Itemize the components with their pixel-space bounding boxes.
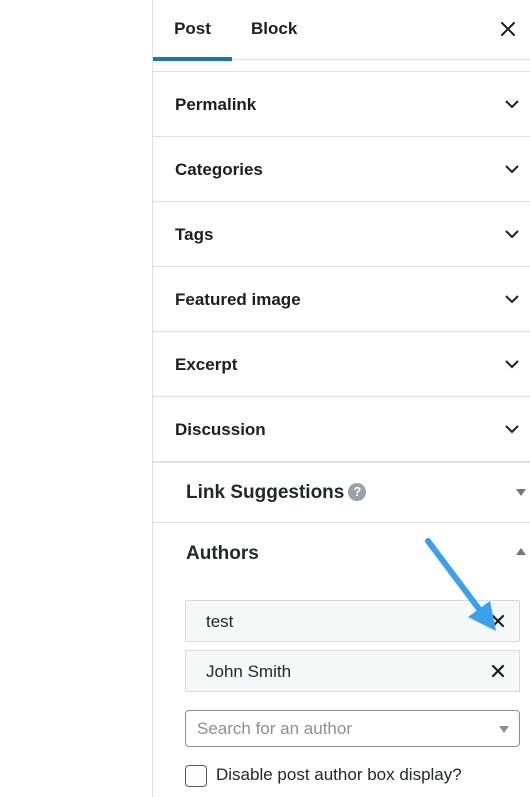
chevron-down-icon: [505, 360, 519, 369]
chevron-down-icon: [505, 230, 519, 239]
panel-title: Permalink: [175, 95, 257, 114]
author-name: test: [206, 612, 234, 631]
remove-author-icon[interactable]: [489, 662, 507, 680]
chevron-down-icon: [505, 100, 519, 109]
author-search-select[interactable]: [185, 710, 520, 747]
panel-title: Excerpt: [175, 355, 238, 374]
author-name: John Smith: [206, 662, 292, 681]
chevron-down-icon: [505, 425, 519, 434]
help-icon[interactable]: ?: [348, 483, 367, 501]
tab-block[interactable]: Block: [251, 0, 297, 60]
panel-authors: Authors: [153, 523, 530, 583]
link-suggestions-label: Link Suggestions: [186, 482, 345, 503]
panel-featured-image[interactable]: Featured image: [153, 267, 530, 332]
triangle-up-icon: [516, 548, 526, 555]
panel-title: Discussion: [175, 420, 266, 439]
panel-categories[interactable]: Categories: [153, 137, 530, 202]
author-chip: test: [185, 600, 520, 642]
panel-title: Link Suggestions?: [186, 463, 367, 523]
panel-link-suggestions[interactable]: Link Suggestions?: [153, 462, 530, 523]
panel-discussion[interactable]: Discussion: [153, 397, 530, 462]
editor-canvas-blank: [0, 0, 152, 797]
close-sidebar-button[interactable]: [494, 15, 522, 43]
panel-spacer: [153, 60, 530, 72]
disable-author-box-label[interactable]: Disable post author box display?: [216, 764, 462, 786]
close-icon: [501, 22, 515, 36]
panel-tags[interactable]: Tags: [153, 202, 530, 267]
author-chip: John Smith: [185, 650, 520, 692]
triangle-down-icon: [516, 489, 526, 496]
panel-excerpt[interactable]: Excerpt: [153, 332, 530, 397]
panel-permalink[interactable]: Permalink: [153, 72, 530, 137]
tab-post[interactable]: Post: [153, 0, 232, 61]
sidebar-tabs: Post Block: [153, 0, 530, 61]
panel-title: Tags: [175, 225, 214, 244]
remove-author-icon[interactable]: [489, 612, 507, 630]
chevron-down-icon: [505, 165, 519, 174]
authors-header[interactable]: Authors: [153, 523, 530, 583]
panel-title: Categories: [175, 160, 263, 179]
panel-title: Featured image: [175, 290, 301, 309]
panel-title: Authors: [186, 543, 259, 564]
disable-author-box-checkbox[interactable]: [185, 765, 207, 787]
author-search-input[interactable]: [186, 711, 486, 746]
dropdown-triangle-icon[interactable]: [499, 726, 509, 733]
chevron-down-icon: [505, 295, 519, 304]
